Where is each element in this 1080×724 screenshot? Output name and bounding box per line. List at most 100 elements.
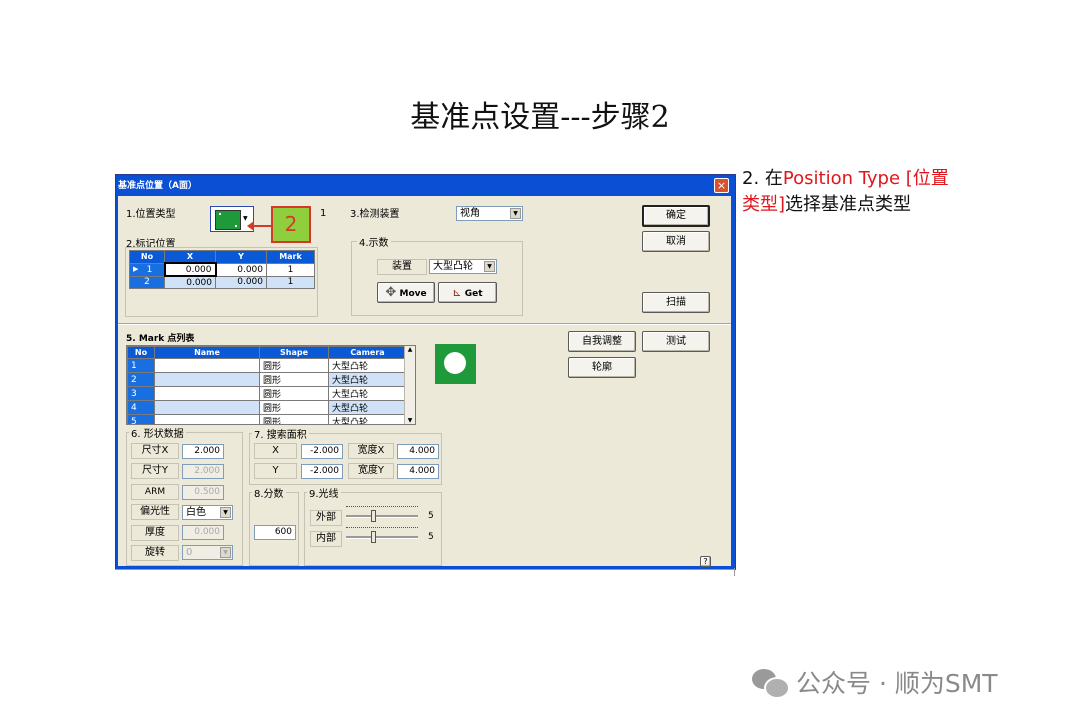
detect-device-label: 3.检测装置 [350, 209, 400, 220]
polarity-select[interactable]: 白色 ▼ [182, 505, 233, 520]
sa-y-field[interactable]: -2.000 [301, 464, 343, 479]
inner-light-value: 5 [428, 532, 434, 542]
wechat-icon [752, 667, 790, 699]
size-x-field[interactable]: 2.000 [182, 444, 224, 459]
table-cell[interactable]: 0.000 [215, 275, 267, 289]
scroll-down-icon[interactable]: ▼ [405, 417, 415, 424]
move-button[interactable]: ✥ Move [377, 282, 435, 303]
scan-button[interactable]: 扫描 [642, 292, 710, 313]
mark-preview [435, 344, 476, 384]
help-button[interactable]: ? [700, 556, 711, 567]
table-cell[interactable]: 1 [266, 275, 315, 289]
mark-position-table: No X Y Mark ▶ 1 0.000 0.000 1 2 0.000 0.0… [129, 250, 315, 289]
size-y-label: 尺寸Y [131, 463, 179, 479]
step-note: 2. 在Position Type [位置类型]选择基准点类型 [742, 166, 962, 218]
table-row[interactable]: 2 圆形 大型凸轮 [127, 372, 407, 387]
step-note-suffix: 选择基准点类型 [785, 194, 912, 215]
step-note-prefix: 2. 在 [742, 168, 783, 189]
inner-light-slider[interactable] [346, 527, 418, 545]
cancel-button[interactable]: 取消 [642, 231, 710, 252]
column-header: Camera [328, 346, 407, 359]
close-button[interactable]: × [714, 178, 729, 193]
column-header: Y [215, 250, 267, 264]
mark-list-scrollbar[interactable]: ▲ ▼ [404, 346, 415, 424]
test-button[interactable]: 测试 [642, 331, 710, 352]
column-header: Name [154, 346, 260, 359]
divider [734, 568, 735, 576]
shape-data-label: 6. 形状数据 [129, 425, 186, 440]
column-header: Mark [266, 250, 315, 264]
slider-track [346, 515, 418, 518]
table-row[interactable]: 1 圆形 大型凸轮 [127, 358, 407, 373]
divider [118, 323, 731, 325]
watermark: 公众号 · 顺为SMT [752, 664, 998, 700]
teach-group [351, 241, 523, 316]
outer-light-label: 外部 [310, 510, 342, 526]
polarity-label: 偏光性 [131, 504, 179, 520]
slider-track [346, 536, 418, 539]
outer-light-slider[interactable] [346, 506, 418, 524]
detect-device-select[interactable]: 视角 ▼ [456, 206, 523, 221]
column-header: Shape [259, 346, 329, 359]
table-row[interactable]: ▶ 1 0.000 0.000 1 [129, 262, 315, 277]
position-type-label: 1.位置类型 [126, 209, 176, 220]
sa-x-label: X [254, 443, 297, 459]
watermark-text: 公众号 · 顺为SMT [796, 669, 998, 698]
row-pointer-icon: ▶ [133, 264, 139, 273]
slider-thumb[interactable] [371, 510, 376, 522]
column-header: No [129, 250, 165, 264]
table-cell: 2 [129, 275, 165, 289]
device-select[interactable]: 大型凸轮 ▼ [429, 259, 497, 274]
self-adjust-button[interactable]: 自我调整 [568, 331, 636, 352]
slider-thumb[interactable] [371, 531, 376, 543]
column-header: X [164, 250, 216, 264]
device-label: 装置 [377, 259, 427, 275]
arm-field: 0.500 [182, 485, 224, 500]
slider-ticks [346, 527, 418, 531]
callout-arrowhead [247, 221, 254, 231]
sa-width-y-label: 宽度Y [348, 463, 394, 479]
table-cell[interactable]: 0.000 [215, 262, 267, 277]
table-row[interactable]: 4 圆形 大型凸轮 [127, 400, 407, 415]
column-header: No [127, 346, 155, 359]
chevron-down-icon: ▼ [484, 261, 495, 272]
sa-width-x-label: 宽度X [348, 443, 394, 459]
rotation-select: 0 ▼ [182, 545, 233, 560]
score-field[interactable]: 600 [254, 525, 296, 540]
light-label: 9.光线 [307, 485, 341, 500]
slider-ticks [346, 506, 418, 510]
get-icon: ⊾ [452, 286, 462, 299]
divider [115, 569, 735, 570]
table-row[interactable]: 5 圆形 大型凸轮 [127, 414, 407, 424]
table-cell[interactable]: 0.000 [164, 275, 216, 289]
thickness-label: 厚度 [131, 525, 179, 541]
position-value: 1 [320, 208, 327, 219]
slide-title: 基准点设置---步骤2 [410, 100, 670, 135]
rotation-label: 旋转 [131, 545, 179, 561]
contour-button[interactable]: 轮廓 [568, 357, 636, 378]
get-button[interactable]: ⊾ Get [438, 282, 497, 303]
chevron-down-icon: ▼ [220, 507, 231, 518]
arm-label: ARM [131, 484, 179, 500]
ok-button[interactable]: 确定 [642, 205, 710, 227]
mark-list-table[interactable]: No Name Shape Camera 1 圆形 大型凸轮 2 圆形 大型凸轮 3 圆形… [126, 345, 416, 425]
search-area-label: 7. 搜索面积 [252, 426, 309, 441]
sa-width-y-field[interactable]: 4.000 [397, 464, 439, 479]
scroll-up-icon[interactable]: ▲ [405, 346, 415, 353]
table-row[interactable]: 3 圆形 大型凸轮 [127, 386, 407, 401]
inner-light-label: 内部 [310, 531, 342, 547]
circle-mark-icon [444, 352, 466, 374]
thickness-field: 0.000 [182, 525, 224, 540]
table-cell[interactable]: 1 [266, 262, 315, 277]
size-y-field: 2.000 [182, 464, 224, 479]
outer-light-value: 5 [428, 511, 434, 521]
table-cell[interactable]: 0.000 [163, 262, 217, 277]
sa-width-x-field[interactable]: 4.000 [397, 444, 439, 459]
sa-x-field[interactable]: -2.000 [301, 444, 343, 459]
step-callout-badge: 2 [271, 206, 311, 243]
mark-list-label: 5. Mark 点列表 [126, 334, 195, 344]
table-row[interactable]: 2 0.000 0.000 1 [129, 275, 315, 289]
position-type-icon [215, 210, 241, 230]
move-icon: ✥ [385, 285, 397, 300]
dialog-title: 基准点位置（A面） [118, 181, 197, 191]
